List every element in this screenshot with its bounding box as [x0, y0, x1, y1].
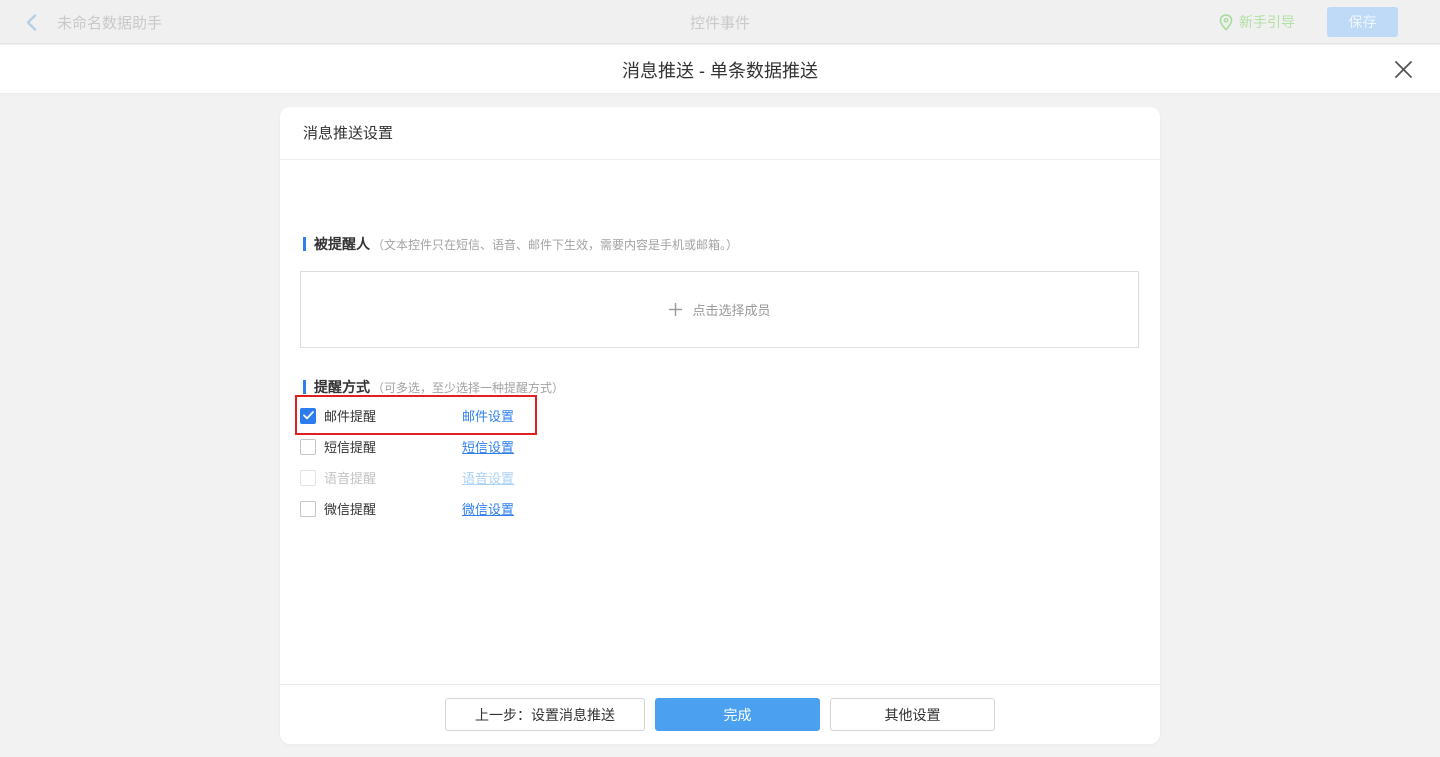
- remind-options-list: 邮件提醒 邮件设置 短信提醒 短信设置 语音提醒 语音设置: [300, 400, 920, 524]
- location-pin-icon: [1219, 14, 1233, 31]
- option-row-voice: 语音提醒 语音设置: [300, 462, 920, 493]
- other-settings-button[interactable]: 其他设置: [830, 698, 995, 731]
- settings-card: 消息推送设置 被提醒人 （文本控件只在短信、语音、邮件下生效，需要内容是手机或邮…: [280, 107, 1160, 744]
- back-chevron-icon[interactable]: [26, 14, 37, 31]
- picker-placeholder: 点击选择成员: [692, 300, 770, 319]
- option-label: 微信提醒: [324, 499, 462, 518]
- card-header: 消息推送设置: [280, 107, 1160, 160]
- option-label: 邮件提醒: [324, 406, 462, 425]
- app-title: 未命名数据助手: [57, 12, 162, 33]
- recipient-section-header: 被提醒人 （文本控件只在短信、语音、邮件下生效，需要内容是手机或邮箱。）: [303, 234, 738, 254]
- wechat-settings-link[interactable]: 微信设置: [462, 499, 514, 518]
- close-icon[interactable]: [1390, 56, 1416, 82]
- remind-section-header: 提醒方式 （可多选，至少选择一种提醒方式）: [303, 377, 564, 397]
- card-footer: 上一步：设置消息推送 完成 其他设置: [280, 684, 1160, 744]
- plus-icon: [668, 302, 683, 317]
- modal-body: 消息推送设置 被提醒人 （文本控件只在短信、语音、邮件下生效，需要内容是手机或邮…: [0, 95, 1440, 757]
- option-row-email: 邮件提醒 邮件设置: [300, 400, 920, 431]
- topbar: 未命名数据助手 控件事件 新手引导 保存: [0, 0, 1440, 44]
- option-label: 语音提醒: [324, 468, 462, 487]
- voice-settings-link: 语音设置: [462, 468, 514, 487]
- sms-settings-link[interactable]: 短信设置: [462, 437, 514, 456]
- save-button[interactable]: 保存: [1327, 7, 1398, 37]
- section-accent-bar: [303, 237, 306, 251]
- prev-step-button[interactable]: 上一步：设置消息推送: [445, 698, 645, 731]
- email-settings-link[interactable]: 邮件设置: [462, 406, 514, 425]
- checkbox-sms[interactable]: [300, 439, 316, 455]
- option-label: 短信提醒: [324, 437, 462, 456]
- guide-label: 新手引导: [1239, 12, 1295, 32]
- section-accent-bar: [303, 380, 306, 394]
- modal-header: 消息推送 - 单条数据推送: [0, 45, 1440, 94]
- remind-note: （可多选，至少选择一种提醒方式）: [372, 379, 564, 396]
- modal-title: 消息推送 - 单条数据推送: [0, 45, 1440, 94]
- checkbox-email[interactable]: [300, 408, 316, 424]
- select-member-box[interactable]: 点击选择成员: [300, 271, 1139, 348]
- option-row-sms: 短信提醒 短信设置: [300, 431, 920, 462]
- recipient-note: （文本控件只在短信、语音、邮件下生效，需要内容是手机或邮箱。）: [372, 236, 738, 253]
- beginner-guide-link[interactable]: 新手引导: [1219, 12, 1295, 32]
- checkbox-wechat[interactable]: [300, 501, 316, 517]
- remind-label: 提醒方式: [314, 377, 370, 397]
- checkbox-voice: [300, 470, 316, 486]
- option-row-wechat: 微信提醒 微信设置: [300, 493, 920, 524]
- recipient-label: 被提醒人: [314, 234, 370, 254]
- done-button[interactable]: 完成: [655, 698, 820, 731]
